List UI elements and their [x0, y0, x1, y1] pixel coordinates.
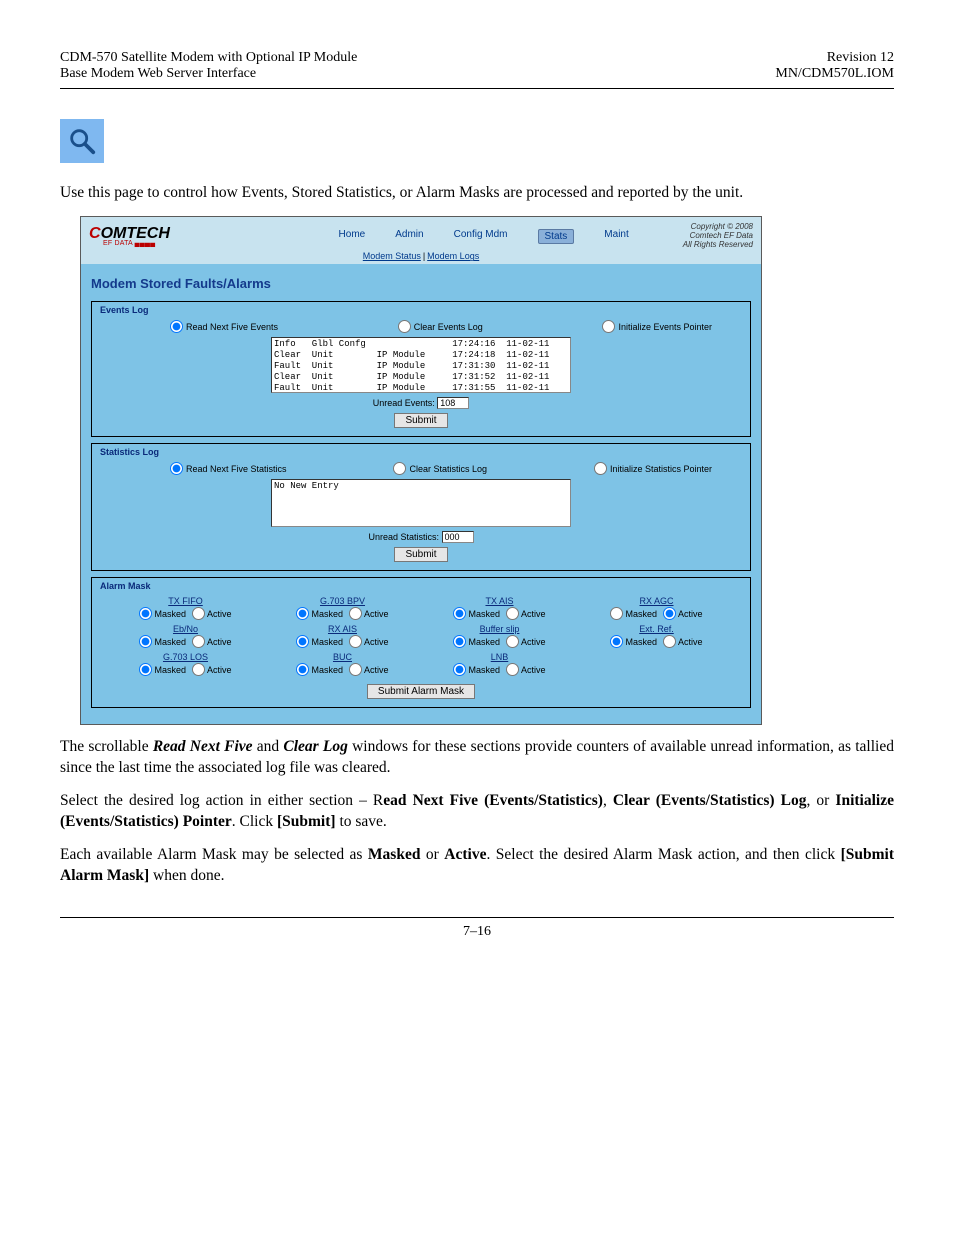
alarm-mask-grid: TX FIFOMaskedActiveG.703 BPVMaskedActive…: [100, 592, 742, 678]
page-number: 7–16: [60, 924, 894, 940]
events-title: Events Log: [100, 305, 742, 315]
stats-submit-button[interactable]: Submit: [394, 547, 447, 562]
alarm-mask-item: RX AISMasked Active: [267, 624, 418, 648]
subnav-logs[interactable]: Modem Logs: [427, 251, 479, 261]
alarm-mask-radio-active[interactable]: Active: [506, 607, 546, 620]
alarm-mask-radio-masked[interactable]: Masked: [139, 607, 186, 620]
alarm-mask-radio-masked[interactable]: Masked: [296, 635, 343, 648]
header-rule: [60, 88, 894, 89]
alarm-mask-label[interactable]: TX AIS: [424, 596, 575, 606]
logo-c: C: [89, 225, 101, 242]
alarm-mask-item: G.703 BPVMasked Active: [267, 596, 418, 620]
alarm-mask-radio-active[interactable]: Active: [349, 635, 389, 648]
section-1-p2: Select the desired log action in either …: [60, 791, 894, 833]
alarm-mask-radio-masked[interactable]: Masked: [139, 663, 186, 676]
alarm-mask-radio-masked[interactable]: Masked: [453, 663, 500, 676]
alarm-mask-item: BUCMasked Active: [267, 652, 418, 676]
events-scrollbox[interactable]: Info Glbl Confg 17:24:16 11-02-11 Clear …: [271, 337, 571, 393]
alarm-mask-label[interactable]: Eb/No: [110, 624, 261, 634]
alarm-mask-submit-button[interactable]: Submit Alarm Mask: [367, 684, 475, 699]
header-left-2: Base Modem Web Server Interface: [60, 66, 357, 82]
alarm-mask-radio-active[interactable]: Active: [192, 607, 232, 620]
alarm-mask-radio-active[interactable]: Active: [192, 635, 232, 648]
stats-scrollbox[interactable]: No New Entry: [271, 479, 571, 527]
alarm-mask-panel: Alarm Mask TX FIFOMaskedActiveG.703 BPVM…: [91, 577, 751, 708]
events-radio-init[interactable]: Initialize Events Pointer: [602, 320, 712, 333]
intro-text: Use this page to control how Events, Sto…: [60, 183, 894, 204]
alarm-mask-item: G.703 LOSMasked Active: [110, 652, 261, 676]
alarm-mask-radio-masked[interactable]: Masked: [296, 607, 343, 620]
alarm-mask-label[interactable]: TX FIFO: [110, 596, 261, 606]
alarm-mask-item: Eb/NoMasked Active: [110, 624, 261, 648]
alarm-mask-label[interactable]: G.703 BPV: [267, 596, 418, 606]
alarm-mask-title: Alarm Mask: [100, 581, 742, 591]
alarm-mask-radio-active[interactable]: Active: [349, 607, 389, 620]
alarm-mask-radio-active[interactable]: Active: [349, 663, 389, 676]
magnifier-icon: [60, 119, 104, 163]
alarm-mask-label[interactable]: RX AIS: [267, 624, 418, 634]
sub-nav: Modem Status|Modem Logs: [81, 251, 761, 264]
alarm-mask-radio-masked[interactable]: Masked: [139, 635, 186, 648]
events-submit-button[interactable]: Submit: [394, 413, 447, 428]
copyright-3: All Rights Reserved: [683, 241, 753, 250]
events-radio-clear[interactable]: Clear Events Log: [398, 320, 483, 333]
header-right-2: MN/CDM570L.IOM: [775, 66, 894, 82]
alarm-mask-label[interactable]: G.703 LOS: [110, 652, 261, 662]
alarm-mask-radio-active[interactable]: Active: [663, 635, 703, 648]
stats-title: Statistics Log: [100, 447, 742, 457]
alarm-mask-radio-active[interactable]: Active: [506, 635, 546, 648]
alarm-mask-radio-masked[interactable]: Masked: [610, 607, 657, 620]
nav-home[interactable]: Home: [339, 229, 366, 244]
alarm-mask-label[interactable]: Buffer slip: [424, 624, 575, 634]
section-2-p1: Each available Alarm Mask may be selecte…: [60, 845, 894, 887]
alarm-mask-radio-masked[interactable]: Masked: [610, 635, 657, 648]
nav-stats[interactable]: Stats: [538, 229, 575, 244]
page-title: Modem Stored Faults/Alarms: [91, 276, 751, 291]
alarm-mask-item: LNBMasked Active: [424, 652, 575, 676]
stats-radio-clear[interactable]: Clear Statistics Log: [393, 462, 487, 475]
events-panel: Events Log Read Next Five Events Clear E…: [91, 301, 751, 437]
alarm-mask-item: RX AGCMasked Active: [581, 596, 732, 620]
alarm-mask-item: TX AISMasked Active: [424, 596, 575, 620]
stats-radio-init[interactable]: Initialize Statistics Pointer: [594, 462, 712, 475]
alarm-mask-radio-active[interactable]: Active: [663, 607, 703, 620]
alarm-mask-label[interactable]: RX AGC: [581, 596, 732, 606]
unread-events-label: Unread Events:: [373, 398, 435, 408]
modem-web-screenshot: COMTECH EF DATA ▄▄▄▄ Home Admin Config M…: [80, 216, 762, 725]
alarm-mask-item: Ext. Ref.Masked Active: [581, 624, 732, 648]
alarm-mask-radio-masked[interactable]: Masked: [453, 607, 500, 620]
alarm-mask-label[interactable]: Ext. Ref.: [581, 624, 732, 634]
unread-stats-field[interactable]: [442, 531, 474, 543]
alarm-mask-label[interactable]: LNB: [424, 652, 575, 662]
header-left-1: CDM-570 Satellite Modem with Optional IP…: [60, 50, 357, 66]
alarm-mask-radio-active[interactable]: Active: [192, 663, 232, 676]
top-nav: Home Admin Config Mdm Stats Maint: [339, 229, 629, 244]
events-radio-read[interactable]: Read Next Five Events: [170, 320, 278, 333]
stats-radio-read[interactable]: Read Next Five Statistics: [170, 462, 287, 475]
alarm-mask-item: Buffer slipMasked Active: [424, 624, 575, 648]
unread-stats-label: Unread Statistics:: [368, 532, 439, 542]
unread-events-field[interactable]: [437, 397, 469, 409]
alarm-mask-radio-masked[interactable]: Masked: [296, 663, 343, 676]
alarm-mask-radio-active[interactable]: Active: [506, 663, 546, 676]
subnav-status[interactable]: Modem Status: [363, 251, 421, 261]
header-right-1: Revision 12: [775, 50, 894, 66]
nav-admin[interactable]: Admin: [395, 229, 423, 244]
section-1-p1: The scrollable Read Next Five and Clear …: [60, 737, 894, 779]
stats-panel: Statistics Log Read Next Five Statistics…: [91, 443, 751, 571]
alarm-mask-radio-masked[interactable]: Masked: [453, 635, 500, 648]
footer-rule: [60, 917, 894, 918]
nav-config[interactable]: Config Mdm: [454, 229, 508, 244]
alarm-mask-item: TX FIFOMasked Active: [110, 596, 261, 620]
alarm-mask-label[interactable]: BUC: [267, 652, 418, 662]
nav-maint[interactable]: Maint: [604, 229, 628, 244]
